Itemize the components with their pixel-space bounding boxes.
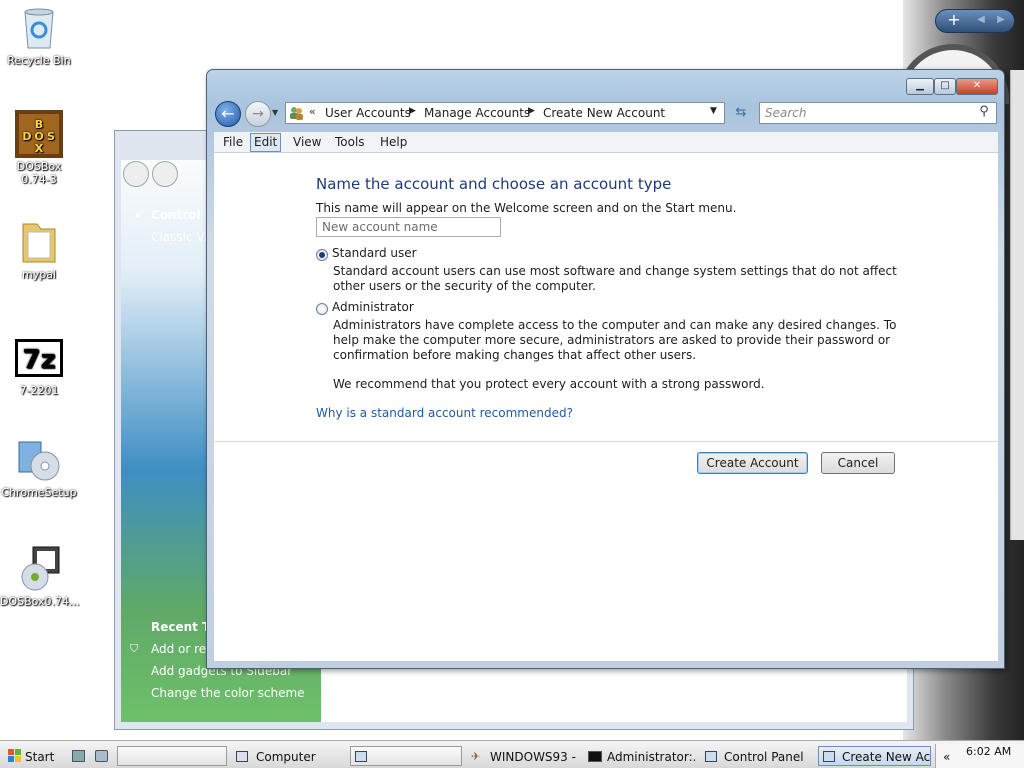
add-gadget-icon[interactable]: + — [945, 11, 963, 29]
tray-expand-icon[interactable]: « — [943, 747, 950, 767]
dosbox-icon: BDOSX — [15, 110, 63, 158]
control-panel-icon — [705, 751, 717, 762]
password-recommendation: We recommend that you protect every acco… — [333, 377, 765, 391]
svg-text:S: S — [47, 130, 55, 143]
cp-recent-item[interactable]: Add or ren — [151, 642, 214, 656]
7zip-icon: 7z — [15, 334, 63, 382]
address-dropdown-icon[interactable]: ▼ — [710, 106, 717, 116]
installer-icon — [15, 545, 63, 593]
desktop-icon-recycle-bin[interactable]: Recycle Bin — [0, 4, 78, 67]
desktop-icon-label: DOSBox0.74... — [0, 595, 80, 608]
breadcrumb-arrow-icon[interactable]: ▶ — [528, 106, 535, 116]
menu-file[interactable]: File — [220, 132, 246, 153]
svg-text:7z: 7z — [22, 345, 55, 375]
desktop-icon-7zip[interactable]: 7z 7-2201 — [0, 334, 78, 397]
taskbar-button-administrator[interactable]: Administrator:... — [607, 747, 695, 767]
administrator-radio[interactable] — [316, 303, 328, 315]
page-title: Name the account and choose an account t… — [316, 175, 672, 193]
desktop-icon-chromesetup[interactable]: ChromeSetup — [0, 436, 78, 499]
sidebar-next-icon[interactable]: ▶ — [994, 13, 1008, 27]
switch-windows-icon[interactable] — [95, 750, 108, 762]
minimize-button[interactable]: ▁ — [906, 78, 934, 95]
show-desktop-icon[interactable] — [72, 750, 85, 762]
account-name-input[interactable]: New account name — [316, 217, 501, 237]
computer-icon — [236, 751, 248, 762]
recycle-bin-icon — [15, 4, 63, 52]
divider — [214, 441, 998, 442]
cp-forward-button[interactable] — [152, 161, 178, 187]
svg-text:D: D — [22, 130, 31, 143]
taskbar-button-create-new-account[interactable]: Create New Ac... — [842, 747, 930, 767]
history-dropdown-icon[interactable]: ▼ — [272, 108, 282, 118]
shield-icon: ⛉ — [130, 642, 139, 655]
name-note: This name will appear on the Welcome scr… — [316, 201, 737, 215]
desktop-icon-mypal[interactable]: mypal — [0, 218, 78, 281]
breadcrumb-manage-accounts[interactable]: Manage Accounts — [424, 106, 530, 120]
taskbar-button-windows93[interactable]: WINDOWS93 - ... — [490, 747, 580, 767]
address-chevron-icon[interactable]: « — [309, 105, 316, 118]
cp-back-button[interactable] — [123, 161, 149, 187]
folder-icon — [15, 218, 63, 266]
desktop-icon-label: mypal — [21, 268, 56, 281]
sidebar-prev-icon[interactable]: ◀ — [974, 13, 988, 27]
setup-icon — [15, 436, 63, 484]
standard-user-description: Standard account users can use most soft… — [333, 264, 897, 293]
desktop-icon-label: 7-2201 — [19, 384, 59, 397]
standard-user-radio[interactable] — [316, 249, 328, 261]
menu-edit[interactable]: Edit — [250, 133, 282, 152]
administrator-description: Administrators have complete access to t… — [333, 318, 897, 362]
cp-recent-item[interactable]: Change the color scheme — [151, 686, 305, 700]
close-button[interactable]: ✕ — [956, 78, 998, 95]
taskbar-button-blank[interactable] — [117, 746, 227, 766]
breadcrumb-create-new-account[interactable]: Create New Account — [543, 106, 665, 120]
start-button[interactable]: Start — [25, 747, 54, 767]
start-icon — [8, 749, 22, 763]
window-icon — [355, 751, 367, 762]
standard-account-help-link[interactable]: Why is a standard account recommended? — [316, 406, 573, 420]
desktop-icon-dosbox-installer[interactable]: DOSBox0.74... — [0, 545, 80, 608]
game-icon: ✈ — [471, 750, 481, 763]
breadcrumb-arrow-icon[interactable]: ▶ — [409, 106, 416, 116]
back-button[interactable]: ← — [215, 101, 241, 127]
desktop-icon-label: DOSBox 0.74-3 — [16, 160, 62, 186]
desktop-scrollbar[interactable] — [1010, 70, 1024, 540]
svg-text:X: X — [35, 142, 44, 155]
desktop-icon-label: Recycle Bin — [7, 54, 71, 67]
standard-user-label[interactable]: Standard user — [332, 246, 417, 260]
maximize-button[interactable]: □ — [934, 78, 956, 95]
breadcrumb-user-accounts[interactable]: User Accounts — [325, 106, 411, 120]
desktop-icon-label: ChromeSetup — [1, 486, 77, 499]
desktop-icon-dosbox[interactable]: BDOSX DOSBox 0.74-3 — [0, 110, 78, 186]
search-input[interactable]: Search — [759, 102, 997, 124]
cmd-icon — [588, 751, 602, 762]
administrator-label[interactable]: Administrator — [332, 300, 414, 314]
taskbar-clock[interactable]: 6:02 AM — [966, 745, 1011, 758]
refresh-icon[interactable]: ⇆ — [730, 103, 752, 123]
cp-bullet: • — [134, 209, 142, 223]
taskbar-button-computer[interactable]: Computer — [256, 747, 316, 767]
cancel-button[interactable]: Cancel — [821, 452, 895, 474]
search-icon[interactable]: ⚲ — [976, 104, 992, 120]
forward-button[interactable]: → — [245, 101, 271, 127]
taskbar-button-control-panel[interactable]: Control Panel — [724, 747, 804, 767]
user-accounts-icon — [288, 105, 304, 121]
menu-tools[interactable]: Tools — [332, 132, 368, 153]
window-icon — [823, 751, 835, 762]
menu-view[interactable]: View — [290, 132, 324, 153]
create-account-button[interactable]: Create Account — [697, 452, 808, 474]
menu-help[interactable]: Help — [377, 132, 410, 153]
